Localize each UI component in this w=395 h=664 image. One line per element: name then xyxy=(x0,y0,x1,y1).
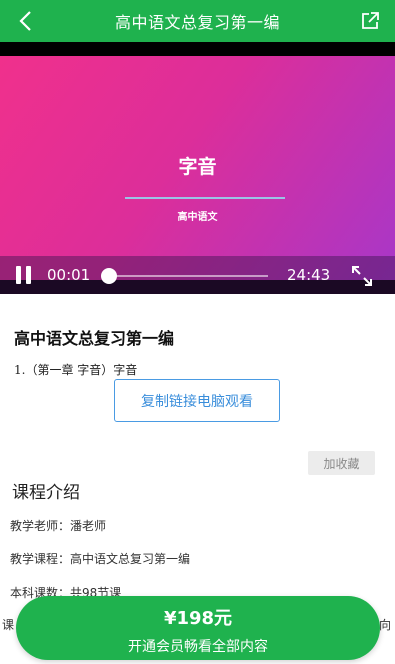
teacher-info: 教学老师：潘老师 xyxy=(10,519,107,533)
current-time: 00:01 xyxy=(47,266,91,284)
lesson-item[interactable]: 1.（第一章 字音）字音 xyxy=(14,361,137,378)
course-title: 高中语文总复习第一编 xyxy=(14,329,175,348)
progress-knob[interactable] xyxy=(101,268,117,284)
add-favorite-button[interactable]: 加收藏 xyxy=(308,451,375,475)
pause-bar-icon xyxy=(16,266,21,284)
purchase-button[interactable]: ¥198元 开通会员畅看全部内容 xyxy=(16,596,380,660)
fullscreen-button[interactable] xyxy=(350,264,374,288)
video-slide: 字音 高中语文 00:01 24:43 xyxy=(0,56,395,294)
slide-subtitle: 高中语文 xyxy=(177,212,218,223)
chevron-left-icon xyxy=(19,11,31,31)
pause-button[interactable] xyxy=(16,266,32,284)
back-button[interactable] xyxy=(12,8,38,34)
intro-text-fragment-left: 课 xyxy=(2,618,15,632)
top-bar: 高中语文总复习第一编 xyxy=(0,0,395,42)
vip-label: 开通会员畅看全部内容 xyxy=(128,639,268,655)
intro-text-fragment-right: 向 xyxy=(379,618,392,632)
copy-link-button[interactable]: 复制链接电脑观看 xyxy=(114,379,280,422)
total-time: 24:43 xyxy=(287,266,331,284)
course-info: 教学课程：高中语文总复习第一编 xyxy=(10,552,191,566)
share-button[interactable] xyxy=(357,8,383,34)
slide-divider xyxy=(125,197,285,199)
video-player[interactable]: 字音 高中语文 00:01 24:43 xyxy=(0,42,395,294)
page-title: 高中语文总复习第一编 xyxy=(114,13,280,32)
fullscreen-icon xyxy=(352,266,372,286)
progress-track[interactable] xyxy=(108,275,268,277)
pause-bar-icon xyxy=(26,266,31,284)
player-controls: 00:01 24:43 xyxy=(0,256,395,294)
price-label: ¥198元 xyxy=(163,608,233,629)
share-external-icon xyxy=(362,12,379,29)
slide-title: 字音 xyxy=(178,156,217,178)
intro-heading: 课程介绍 xyxy=(12,483,80,503)
